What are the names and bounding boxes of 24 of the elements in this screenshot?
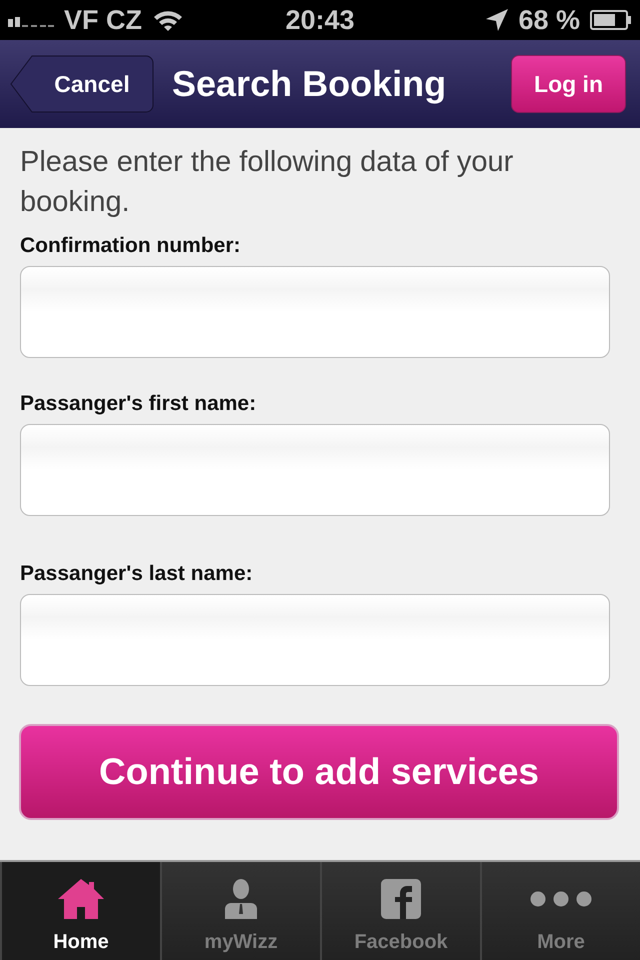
input-field[interactable] [20, 266, 610, 358]
cancel-button[interactable]: Cancel [10, 55, 154, 113]
input-field[interactable] [20, 594, 610, 686]
input-field[interactable] [20, 424, 610, 516]
battery-icon [590, 10, 632, 30]
location-arrow-icon [486, 9, 508, 31]
battery-percent: 68 % [518, 4, 580, 36]
field-label: Passanger's first name: [20, 392, 258, 416]
tab[interactable]: More [480, 862, 640, 960]
person-icon [225, 879, 257, 919]
field-label: Passanger's last name: [20, 562, 254, 586]
screen-title: Search Booking [172, 63, 448, 105]
clock-time: 20:43 [285, 4, 355, 36]
home-icon [58, 879, 104, 919]
facebook-icon [381, 879, 421, 919]
carrier-name: VF CZ [64, 4, 142, 36]
field-label: Confirmation number: [20, 234, 242, 258]
tab[interactable]: Facebook [320, 862, 480, 960]
login-button[interactable]: Log in [511, 55, 626, 113]
tab[interactable]: Home [0, 862, 160, 960]
continue-button[interactable]: Continue to add services [19, 724, 619, 820]
more-icon [530, 891, 592, 907]
intro-text: Please enter the following data of your booking. [20, 145, 514, 220]
tab[interactable]: myWizz [160, 862, 320, 960]
